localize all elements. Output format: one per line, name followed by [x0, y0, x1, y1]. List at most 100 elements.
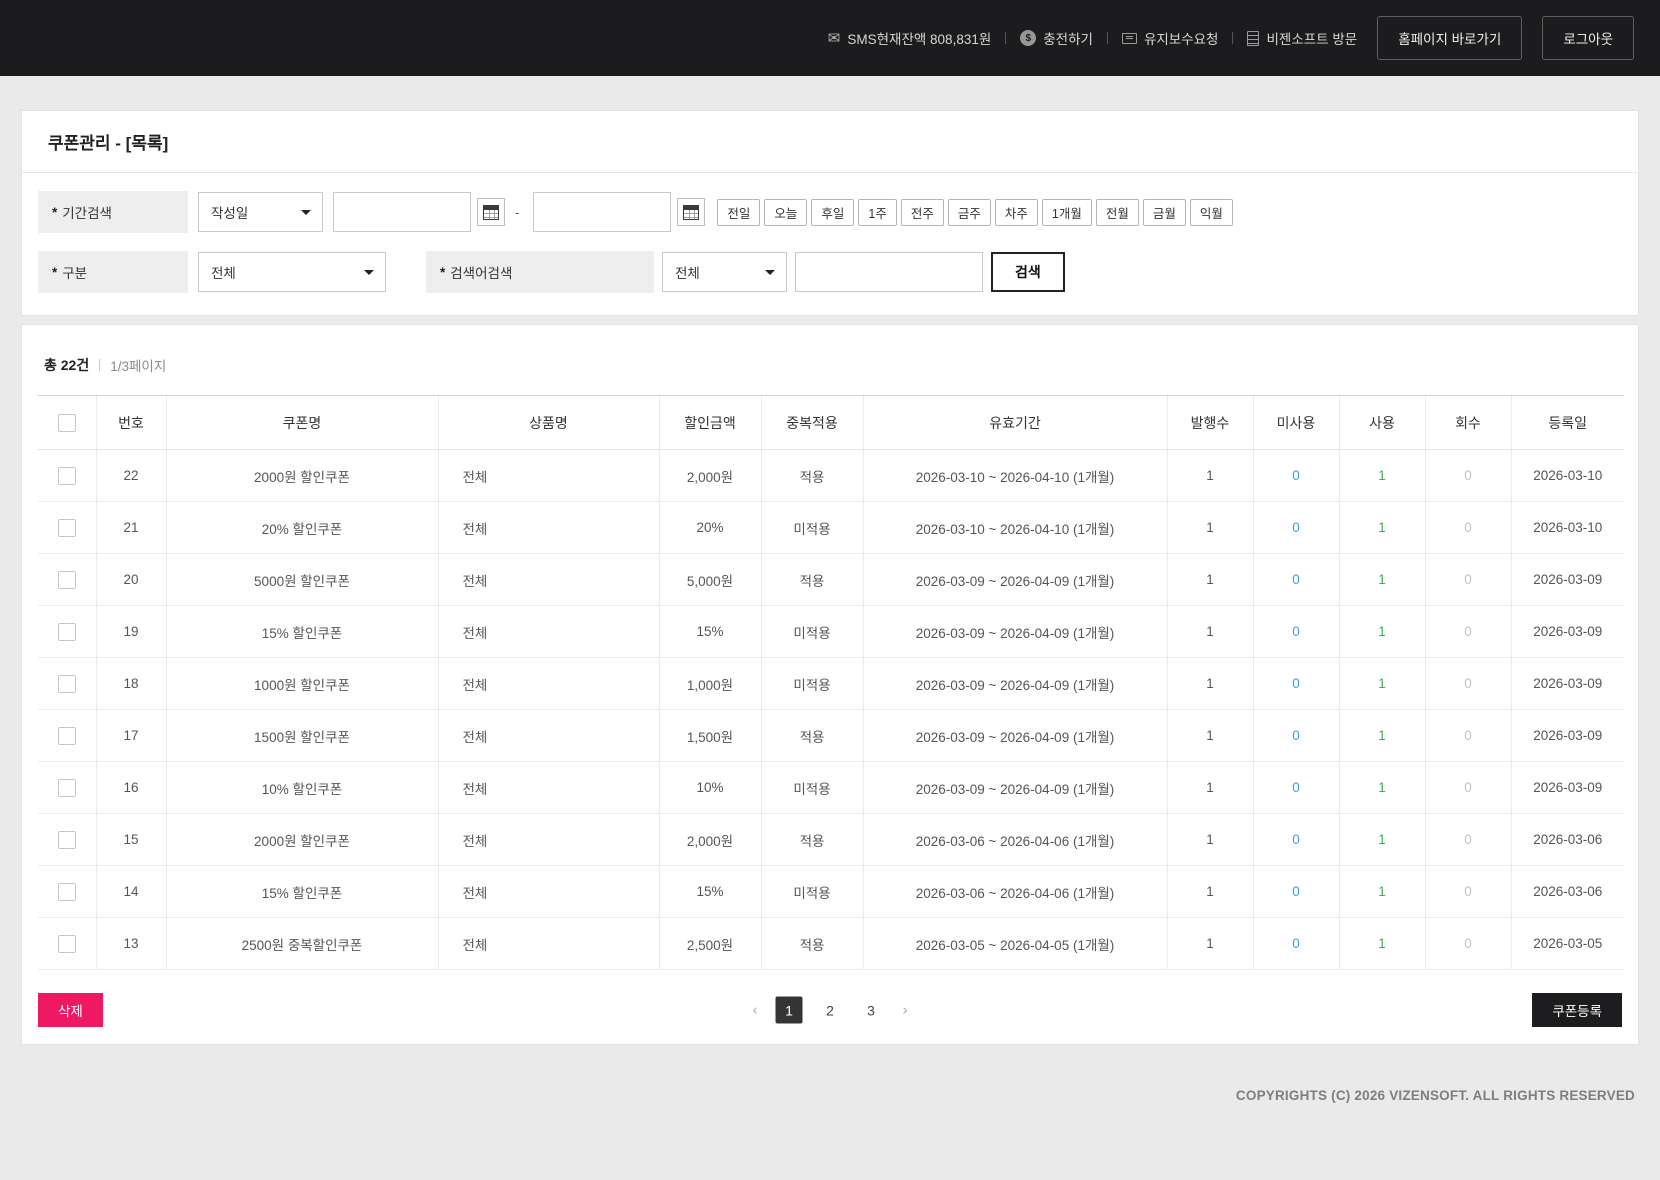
- maintenance-link[interactable]: 유지보수요청: [1122, 28, 1219, 48]
- cell-register-date: 2026-03-05: [1511, 918, 1624, 970]
- quick-date-button[interactable]: 1주: [858, 199, 896, 226]
- column-header-1: 번호: [96, 396, 166, 450]
- cell-duplicate-apply: 적용: [761, 554, 863, 606]
- column-header-10: 회수: [1425, 396, 1511, 450]
- next-page-arrow[interactable]: ›: [899, 1002, 912, 1019]
- cell-duplicate-apply: 미적용: [761, 762, 863, 814]
- list-info: 총 22건 1/3페이지: [44, 355, 1616, 375]
- quick-date-button[interactable]: 1개월: [1042, 199, 1092, 226]
- cell-register-date: 2026-03-10: [1511, 502, 1624, 554]
- date-from-calendar-button[interactable]: [477, 198, 505, 226]
- mail-icon: ✉: [828, 31, 841, 46]
- quick-date-button[interactable]: 금주: [948, 199, 991, 226]
- cell-unused-count: 0: [1253, 502, 1339, 554]
- row-checkbox[interactable]: [58, 883, 76, 901]
- keyword-label: * 검색어검색: [426, 251, 654, 293]
- cell-discount: 2,000원: [659, 814, 761, 866]
- date-to-calendar-button[interactable]: [677, 198, 705, 226]
- column-header-11: 등록일: [1511, 396, 1624, 450]
- column-header-8: 미사용: [1253, 396, 1339, 450]
- keyword-input[interactable]: [795, 252, 983, 292]
- cell-unused-count: 0: [1253, 710, 1339, 762]
- logout-button[interactable]: 로그아웃: [1542, 16, 1634, 60]
- cell-duplicate-apply: 적용: [761, 710, 863, 762]
- row-checkbox[interactable]: [58, 519, 76, 537]
- page-number-3[interactable]: 3: [858, 997, 885, 1024]
- cell-product-name: 전체: [438, 814, 659, 866]
- cell-used-count: 1: [1339, 866, 1425, 918]
- quick-date-button[interactable]: 금월: [1143, 199, 1186, 226]
- category-select[interactable]: 전체: [198, 252, 386, 292]
- quick-date-button[interactable]: 전주: [901, 199, 944, 226]
- date-to-input[interactable]: [533, 192, 671, 232]
- recharge-link[interactable]: $ 충전하기: [1020, 28, 1093, 48]
- page-title: 쿠폰관리 - [목록]: [48, 129, 168, 154]
- page-number-2[interactable]: 2: [817, 997, 844, 1024]
- cell-duplicate-apply: 미적용: [761, 606, 863, 658]
- search-panel: 쿠폰관리 - [목록] * 기간검색 작성일 - 전일오늘후일1주전주금주차주1…: [21, 110, 1639, 316]
- cell-recalled-count: 0: [1425, 554, 1511, 606]
- row-checkbox[interactable]: [58, 623, 76, 641]
- row-checkbox-cell: [38, 554, 96, 606]
- cell-number: 21: [96, 502, 166, 554]
- required-mark: *: [440, 265, 445, 280]
- cell-product-name: 전체: [438, 554, 659, 606]
- topbar-separator: [1232, 32, 1233, 44]
- coin-icon: $: [1020, 30, 1036, 46]
- cell-duplicate-apply: 미적용: [761, 502, 863, 554]
- cell-coupon-name: 15% 할인쿠폰: [166, 866, 438, 918]
- cell-unused-count: 0: [1253, 762, 1339, 814]
- visit-link[interactable]: 비젠소프트 방문: [1247, 28, 1357, 48]
- cell-number: 20: [96, 554, 166, 606]
- cell-recalled-count: 0: [1425, 762, 1511, 814]
- column-header-7: 발행수: [1167, 396, 1253, 450]
- row-checkbox[interactable]: [58, 467, 76, 485]
- cell-discount: 2,500원: [659, 918, 761, 970]
- quick-date-button[interactable]: 익월: [1190, 199, 1233, 226]
- quick-date-button[interactable]: 전월: [1096, 199, 1139, 226]
- row-checkbox[interactable]: [58, 675, 76, 693]
- cell-valid-period: 2026-03-09 ~ 2026-04-09 (1개월): [863, 710, 1167, 762]
- keyword-type-select[interactable]: 전체: [662, 252, 787, 292]
- date-from-input[interactable]: [333, 192, 471, 232]
- coupon-list-panel: 총 22건 1/3페이지 번호쿠폰명상품명할인금액중복적용유효기간발행수미사용사…: [21, 324, 1639, 1045]
- recharge-label: 충전하기: [1043, 28, 1093, 48]
- row-checkbox[interactable]: [58, 727, 76, 745]
- date-type-select[interactable]: 작성일: [198, 192, 323, 232]
- page-numbers: 123: [776, 997, 885, 1024]
- cell-used-count: 1: [1339, 918, 1425, 970]
- select-all-checkbox[interactable]: [58, 414, 76, 432]
- cell-number: 15: [96, 814, 166, 866]
- coupon-register-button[interactable]: 쿠폰등록: [1532, 993, 1622, 1027]
- cell-discount: 10%: [659, 762, 761, 814]
- search-button[interactable]: 검색: [991, 252, 1065, 292]
- row-checkbox[interactable]: [58, 779, 76, 797]
- cell-recalled-count: 0: [1425, 918, 1511, 970]
- cell-recalled-count: 0: [1425, 502, 1511, 554]
- quick-date-buttons: 전일오늘후일1주전주금주차주1개월전월금월익월: [717, 199, 1233, 226]
- prev-page-arrow[interactable]: ‹: [749, 1002, 762, 1019]
- row-checkbox[interactable]: [58, 831, 76, 849]
- quick-date-button[interactable]: 차주: [995, 199, 1038, 226]
- delete-button[interactable]: 삭제: [38, 993, 103, 1027]
- cell-issued-count: 1: [1167, 658, 1253, 710]
- page-number-1[interactable]: 1: [776, 997, 803, 1024]
- cell-used-count: 1: [1339, 502, 1425, 554]
- cell-used-count: 1: [1339, 814, 1425, 866]
- row-checkbox[interactable]: [58, 571, 76, 589]
- row-checkbox-cell: [38, 658, 96, 710]
- cell-product-name: 전체: [438, 658, 659, 710]
- cell-valid-period: 2026-03-10 ~ 2026-04-10 (1개월): [863, 502, 1167, 554]
- quick-date-button[interactable]: 전일: [717, 199, 760, 226]
- column-header-4: 할인금액: [659, 396, 761, 450]
- row-checkbox[interactable]: [58, 935, 76, 953]
- column-header-9: 사용: [1339, 396, 1425, 450]
- homepage-button[interactable]: 홈페이지 바로가기: [1377, 16, 1522, 60]
- quick-date-button[interactable]: 후일: [811, 199, 854, 226]
- cell-product-name: 전체: [438, 866, 659, 918]
- quick-date-button[interactable]: 오늘: [764, 199, 807, 226]
- cell-duplicate-apply: 미적용: [761, 658, 863, 710]
- cell-discount: 15%: [659, 606, 761, 658]
- monitor-icon: [1122, 33, 1137, 44]
- period-label-text: 기간검색: [62, 202, 112, 222]
